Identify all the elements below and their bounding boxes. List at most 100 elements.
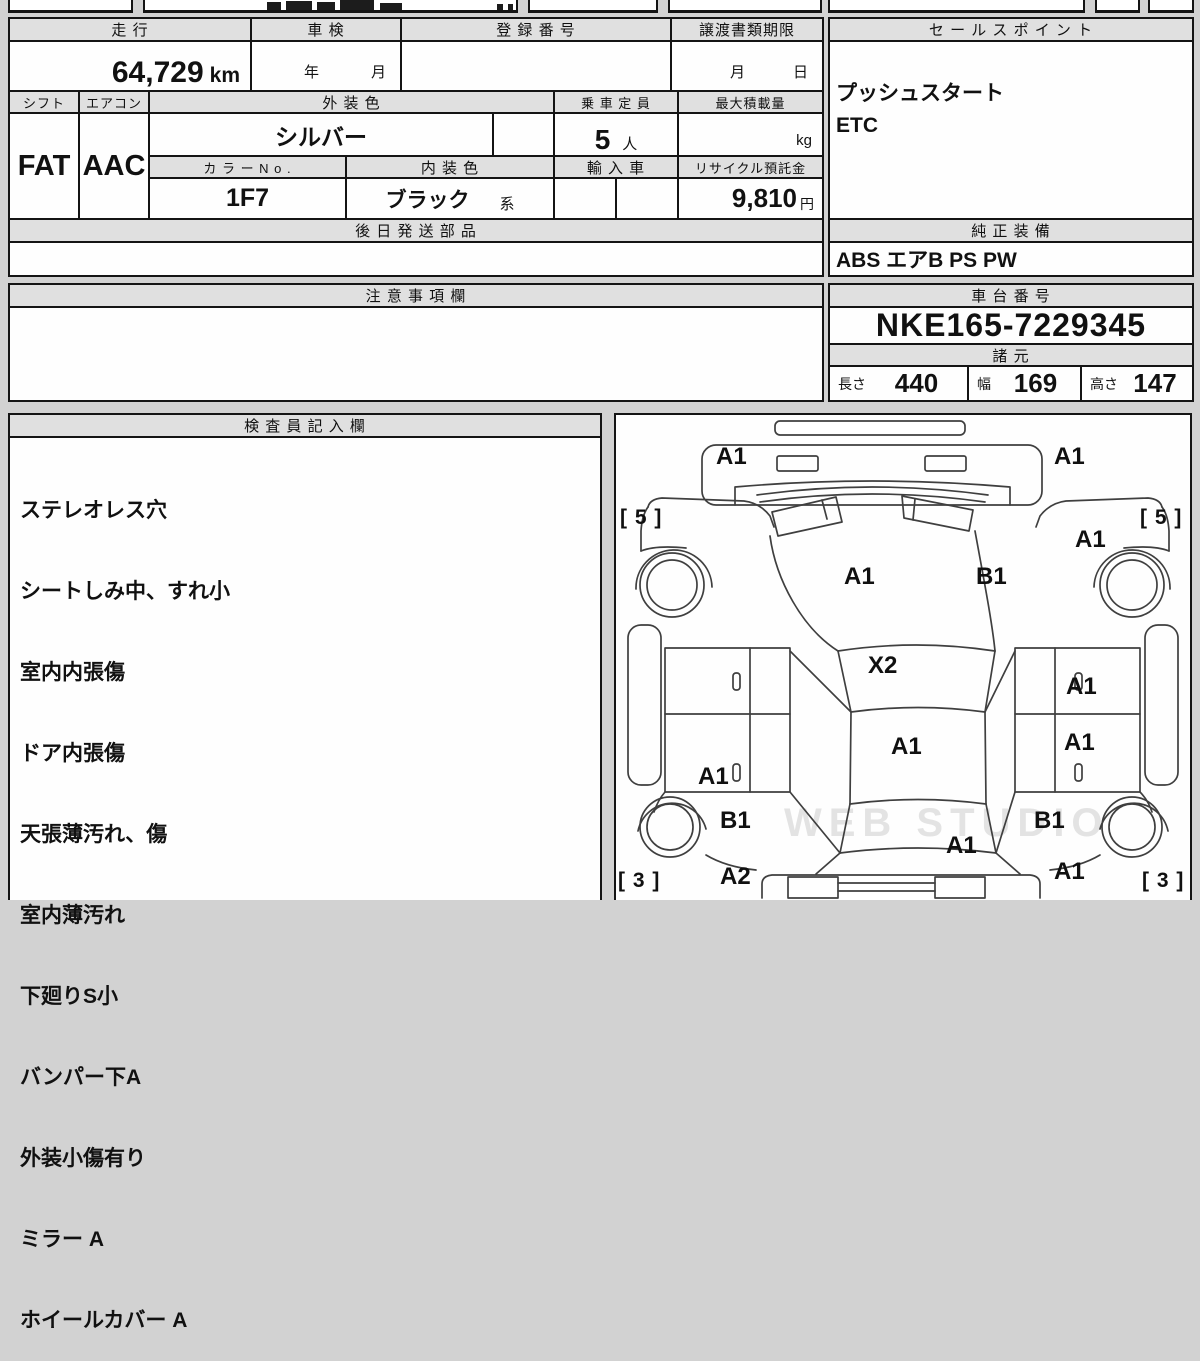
spec-length-label: 長さ [838,375,866,392]
damage-mark-left-rear-door: A1 [698,763,729,790]
spec-width-label: 幅 [977,375,991,392]
spec-width-value: 169 [1013,368,1058,398]
tire-grade-rear-left: [ 3 ] [618,869,661,892]
sales-point-line: プッシュスタート [836,82,1004,105]
later-parts-header: 後 日 発 送 部 品 [8,218,824,243]
shift-value: FAT [8,112,80,220]
capacity-value: 5 [594,124,611,155]
cutoff-cell [1095,0,1140,13]
capacity-value-cell: 5 人 [553,112,679,157]
max-load-unit: kg [796,132,812,149]
damage-mark-roof: A1 [891,733,922,760]
import-cell-1 [553,177,617,220]
inspector-note-line: 室内内張傷 [20,661,125,684]
inspector-note-line: 室内薄汚れ [20,904,125,927]
interior-color-header: 内 装 色 [345,155,555,179]
mileage-header: 走 行 [8,17,252,42]
transfer-deadline-header: 譲渡書類期限 [670,17,824,42]
damage-mark-right-front-fender: A1 [1075,526,1106,553]
registration-value-cell [400,40,672,92]
interior-color-suffix: 系 [499,196,515,213]
spec-width-cell: 幅 169 [967,365,1082,402]
damage-mark-left-quarter: B1 [720,807,751,834]
inspector-note-line: 天張薄汚れ、傷 [20,823,168,846]
later-parts-value-cell [8,241,824,277]
capacity-unit: 人 [622,136,638,153]
damage-mark-hood-right: B1 [976,563,1007,590]
color-no-header: カ ラ ー N o . [148,155,347,179]
mileage-value: 64,729 [111,56,204,89]
inspector-note-line: ホイールカバー A [20,1309,188,1332]
caution-header: 注 意 事 項 欄 [8,283,824,308]
capacity-header: 乗 車 定 員 [553,90,679,114]
damage-mark-left-rear-bottom: A2 [720,863,751,890]
aircon-value: AAC [78,112,150,220]
mileage-value-cell: 64,729 km [8,40,252,92]
cutoff-cell [828,0,1085,13]
car-outline-drawing [627,420,1179,899]
tire-grade-front-right: [ 5 ] [1140,506,1183,529]
spec-height-value: 147 [1133,368,1177,398]
damage-mark-right-front-door: A1 [1066,673,1097,700]
aircon-header: エアコン [78,90,150,114]
sales-point-line: ETC [836,114,878,137]
recycle-deposit-value: 9,810 [731,183,797,213]
import-cell-2 [615,177,679,220]
tire-grade-front-left: [ 5 ] [620,506,663,529]
damage-mark-right-quarter: B1 [1034,807,1065,834]
interior-color-value-cell: ブラック 系 [345,177,555,220]
inspector-note-line: ドア内張傷 [20,742,125,765]
interior-color-value: ブラック [385,188,470,212]
inspection-header: 車 検 [250,17,402,42]
damage-diagram-box: WEB STUDIO A1 A1 [5] [5] A1 A1 B1 X2… [614,413,1192,900]
damage-mark-hood-left: A1 [844,563,875,590]
inspector-note-line: 下廻りS小 [20,985,119,1008]
deadline-value-cell: 月 日 [670,40,824,92]
shift-header: シフト [8,90,80,114]
cutoff-cell [8,0,133,13]
import-header: 輸 入 車 [553,155,679,179]
chassis-number-header: 車 台 番 号 [828,283,1194,308]
exterior-color-header: 外 装 色 [148,90,555,114]
damage-mark-right-rear-door: A1 [1064,729,1095,756]
recycle-deposit-unit: 円 [800,195,814,212]
spec-height-label: 高さ [1090,375,1118,392]
inspector-notes-header: 検 査 員 記 入 欄 [8,413,602,438]
damage-mark-rear-window: A1 [946,832,977,859]
caution-value-cell [8,306,824,402]
specs-header: 諸 元 [828,343,1194,367]
inspector-note-line: バンパー下A [20,1066,142,1089]
inspector-note-line: シートしみ中、すれ小 [20,580,230,603]
recycle-deposit-header: リサイクル預託金 [677,155,824,179]
max-load-header: 最大積載量 [677,90,824,114]
spec-length-value: 440 [894,368,939,398]
damage-mark-windshield: X2 [868,652,898,679]
spec-height-cell: 高さ 147 [1080,365,1194,402]
sales-points-content: プッシュスタート ETC [828,40,1194,220]
deadline-month-label: 月 [730,64,746,81]
color-no-value: 1F7 [148,177,347,220]
spec-length-cell: 長さ 440 [828,365,969,402]
inspector-note-line: ミラー A [20,1228,104,1251]
inspection-year-label: 年 [304,64,320,81]
recycle-deposit-value-cell: 9,810 円 [677,177,824,220]
inspector-note-line: 外装小傷有り [20,1147,146,1170]
mileage-unit: km [209,64,240,87]
inspection-value-cell: 年 月 [250,40,402,92]
damage-mark-front-bumper-right: A1 [1054,443,1085,470]
deadline-day-label: 日 [792,64,808,81]
damage-mark-right-rear-bottom: A1 [1054,858,1085,885]
tire-grade-rear-right: [ 3 ] [1142,869,1185,892]
auction-sheet: { "top_table": { "mileage_label": "走 行",… [0,0,1200,1332]
damage-mark-front-bumper-left: A1 [716,443,747,470]
cutoff-cell [1148,0,1194,13]
genuine-equipment-value: ABS エアB PS PW [828,241,1194,277]
color-change-cell [492,112,555,157]
inspection-month-label: 月 [370,64,386,81]
cutoff-cell [528,0,658,13]
exterior-color-value: シルバー [148,112,494,157]
genuine-equipment-header: 純 正 装 備 [828,218,1194,243]
inspector-note-line: ステレオレス穴 [20,499,167,522]
sales-points-header: セ ー ル ス ポ イ ン ト [828,17,1194,42]
max-load-value-cell: kg [677,112,824,157]
